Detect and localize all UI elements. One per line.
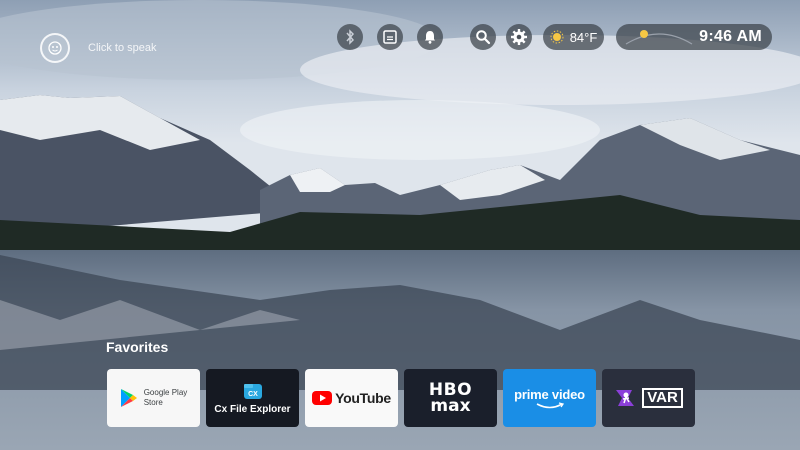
search-icon [476, 30, 491, 45]
var-label: VAR [642, 388, 683, 408]
cx-file-explorer-label: Cx File Explorer [214, 404, 291, 415]
temperature: 84°F [569, 29, 598, 45]
gear-icon [511, 29, 527, 45]
prime-video-label: prime video [514, 386, 585, 402]
app-tile-hbo-max[interactable]: HBO max [404, 369, 497, 427]
app-tile-google-play-store[interactable]: Google Play Store [107, 369, 200, 427]
max-label: max [430, 395, 471, 416]
svg-text:CX: CX [248, 391, 258, 398]
amazon-smile-icon [536, 401, 564, 408]
app-tile-cx-file-explorer[interactable]: CX Cx File Explorer [206, 369, 299, 427]
clock-widget[interactable]: 9:46 AM [616, 24, 772, 50]
bell-icon [425, 31, 435, 44]
sun-icon [550, 30, 564, 44]
settings-button[interactable] [506, 24, 532, 50]
google-play-icon [120, 389, 137, 407]
favorites-row: Google Play Store CX Cx File Explorer Yo… [107, 369, 695, 427]
app-tile-youtube[interactable]: YouTube [305, 369, 398, 427]
bluetooth-button[interactable] [337, 24, 363, 50]
app-tile-var[interactable]: VAR [602, 369, 695, 427]
play-store-line2: Store [143, 398, 163, 407]
voice-search[interactable]: Click to speak [40, 33, 156, 63]
bluetooth-icon [346, 29, 355, 45]
weather-widget[interactable]: 84°F [543, 24, 604, 50]
youtube-play-icon [312, 391, 333, 405]
favorites-heading: Favorites [106, 339, 169, 355]
input-source-icon [383, 30, 397, 44]
input-source-button[interactable] [377, 24, 403, 50]
sun-arc-icon [625, 30, 693, 45]
assistant-icon [40, 33, 70, 63]
notifications-button[interactable] [417, 24, 443, 50]
search-button[interactable] [470, 24, 496, 50]
var-player-icon [616, 390, 635, 406]
play-store-line1: Google Play [143, 388, 188, 397]
voice-search-label: Click to speak [88, 42, 157, 54]
youtube-label: YouTube [335, 390, 391, 406]
app-tile-prime-video[interactable]: prime video [503, 369, 596, 427]
clock-time: 9:46 AM [699, 28, 762, 45]
cx-file-explorer-icon: CX [243, 384, 262, 399]
